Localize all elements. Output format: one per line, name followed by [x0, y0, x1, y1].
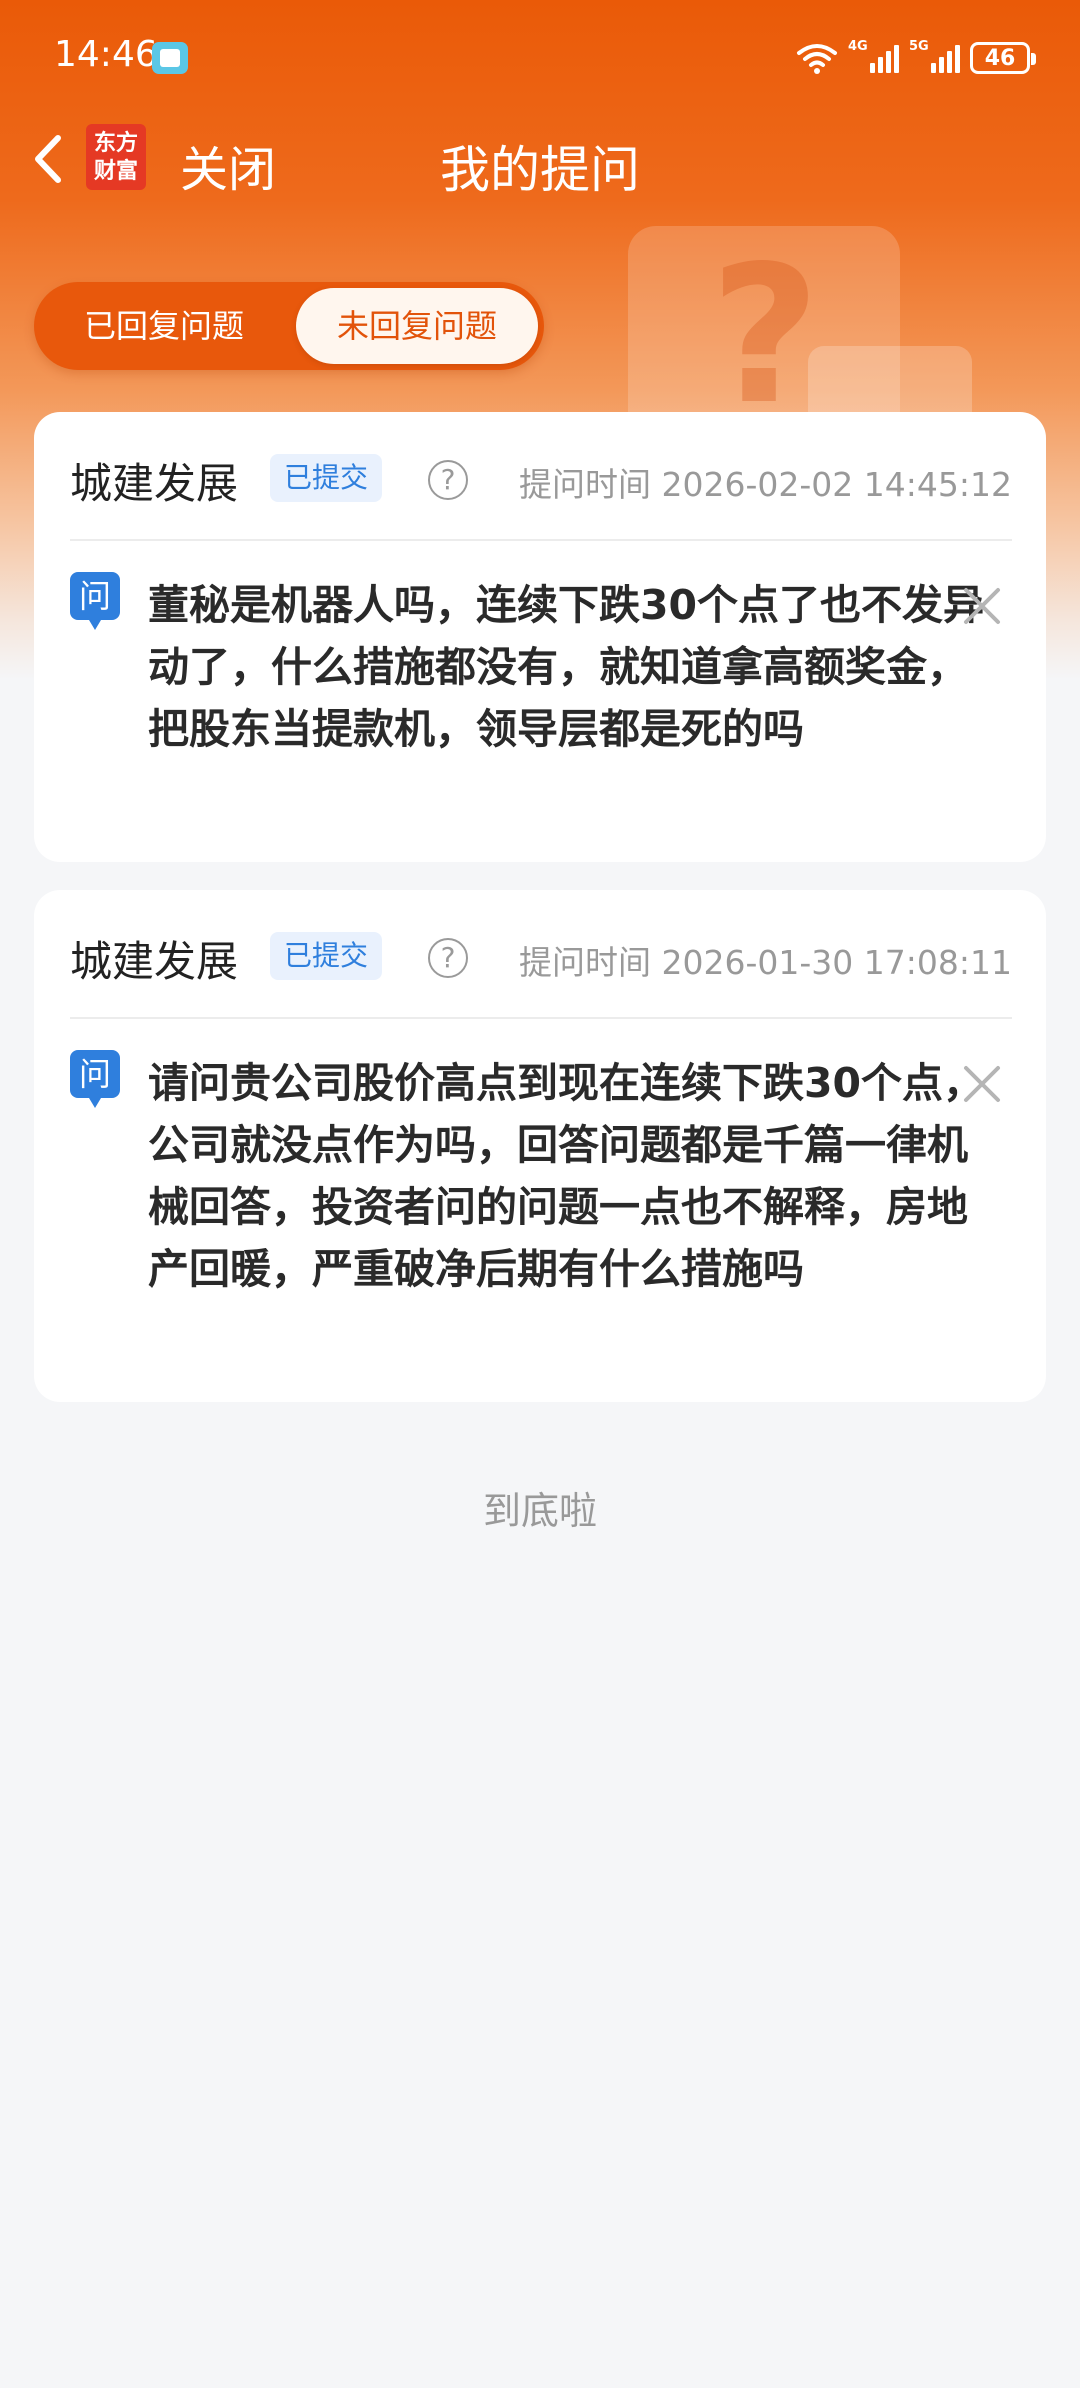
- status-indicators: 4G 5G 46: [796, 38, 1036, 78]
- nav-bar: 东方 财富 关闭 我的提问: [0, 118, 1080, 199]
- tab-unreplied[interactable]: 未回复问题: [296, 288, 538, 364]
- ask-time-label: 提问时间: [519, 943, 652, 982]
- status-time: 14:46: [54, 34, 158, 75]
- ask-time: 提问时间 2026-02-02 14:45:12: [519, 458, 1012, 506]
- status-badge: 已提交: [270, 454, 383, 502]
- question-text: 董秘是机器人吗，连续下跌30个点了也不发异动了，什么措施都没有，就知道拿高额奖金…: [148, 581, 985, 753]
- question-text: 请问贵公司股价高点到现在连续下跌30个点，公司就没点作为吗，回答问题都是千篇一律…: [148, 1059, 985, 1293]
- ask-time-value: 2026-02-02 14:45:12: [661, 465, 1012, 504]
- page-title: 我的提问: [440, 141, 640, 199]
- ask-time-label: 提问时间: [519, 465, 652, 504]
- ask-time: 提问时间 2026-01-30 17:08:11: [519, 936, 1012, 984]
- help-icon[interactable]: ?: [428, 460, 468, 500]
- question-tabs: 已回复问题 未回复问题: [34, 282, 544, 370]
- company-name[interactable]: 城建发展: [70, 450, 238, 511]
- delete-question-icon[interactable]: [960, 584, 1004, 628]
- wifi-icon: [797, 44, 837, 74]
- signal-4g-label: 4G: [848, 39, 868, 54]
- signal-5g-label: 5G: [909, 39, 929, 54]
- question-badge-icon: 问: [70, 572, 120, 630]
- company-name[interactable]: 城建发展: [70, 928, 238, 989]
- signal-5g-icon: 5G: [909, 39, 960, 73]
- battery-icon: 46: [970, 42, 1036, 74]
- help-icon[interactable]: ?: [428, 938, 468, 978]
- end-of-list-text: 到底啦: [482, 1489, 597, 1533]
- tab-replied[interactable]: 已回复问题: [34, 282, 294, 370]
- question-card: 城建发展 已提交 ? 提问时间 2026-02-02 14:45:12 问 董秘…: [34, 412, 1046, 862]
- question-card-header: 城建发展 已提交 ? 提问时间 2026-02-02 14:45:12: [70, 448, 1012, 508]
- signal-4g-icon: 4G: [848, 39, 899, 73]
- question-badge-icon: 问: [70, 1050, 120, 1108]
- battery-level: 46: [984, 45, 1016, 71]
- divider: [70, 539, 1012, 541]
- ask-time-value: 2026-01-30 17:08:11: [661, 943, 1012, 982]
- page: ? 14:46 4G 5G 46 东方 财富 关闭 我的提问 已回复问题 未回复…: [0, 0, 1080, 2388]
- question-card: 城建发展 已提交 ? 提问时间 2026-01-30 17:08:11 问 请问…: [34, 890, 1046, 1402]
- divider: [70, 1017, 1012, 1019]
- delete-question-icon[interactable]: [960, 1062, 1004, 1106]
- question-card-header: 城建发展 已提交 ? 提问时间 2026-01-30 17:08:11: [70, 926, 1012, 986]
- status-badge: 已提交: [270, 932, 383, 980]
- status-bar: 14:46 4G 5G 46: [0, 0, 1080, 118]
- reader-app-icon: [152, 42, 188, 74]
